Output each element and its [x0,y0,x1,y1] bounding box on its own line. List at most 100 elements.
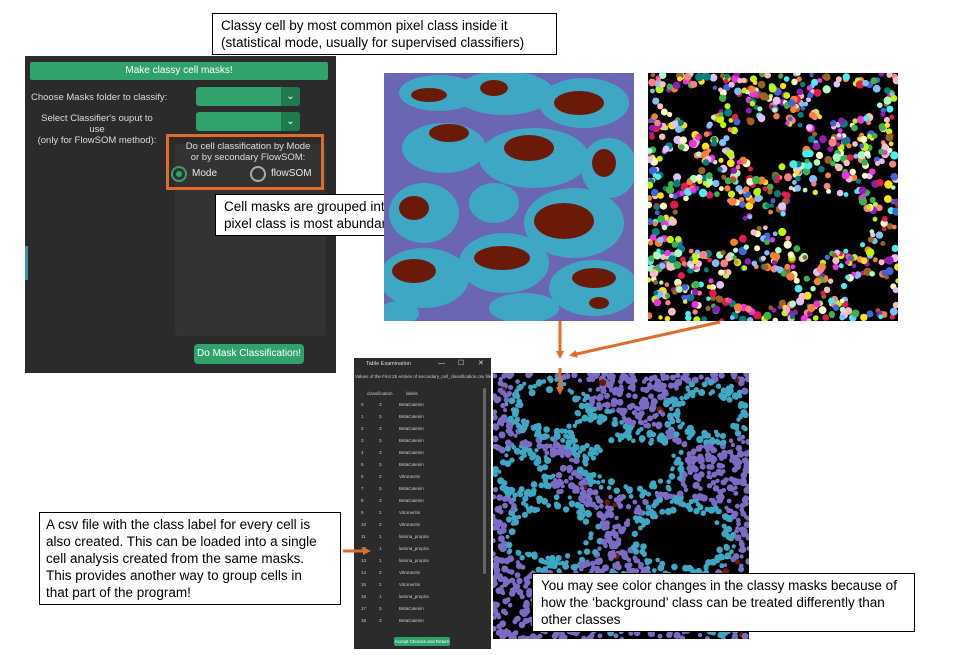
classy-cell-dot [530,481,538,488]
row-classification: 2 [379,582,382,587]
classy-cell-dot [578,481,584,487]
classy-cell-dot [512,392,518,399]
classy-cell-dot [565,448,572,455]
chevron-down-icon: ⌄ [281,112,300,131]
table-subtitle: Values of the First 25 entries of second… [355,374,493,379]
classy-cell-dot [640,490,646,496]
classy-cell-dot [720,451,728,459]
cell-mask-dot [698,188,708,198]
cell-mask-dot [654,119,661,127]
cell-mask-dot [759,92,768,101]
classy-cell-dot [611,553,617,559]
row-label: Vitronectin [399,570,421,575]
scrollbar[interactable] [483,388,486,574]
cell-mask-dot [772,317,779,321]
classy-cell-dot [547,375,553,382]
cell-mask-dot [667,111,673,118]
classy-cell-dot [513,433,518,438]
classy-cell-dot [675,456,682,463]
cell-mask-dot [881,269,888,277]
cell-mask-dot [688,248,694,254]
classy-cell-dot [672,382,679,389]
classy-cell-dot [646,558,653,564]
cell-mask-dot [685,310,691,317]
radio-flowsom-label: flowSOM [271,168,312,179]
cell-mask-dot [884,195,892,203]
do-mask-classification-button[interactable]: Do Mask Classification! [194,344,304,364]
cell-mask-dot [885,133,894,142]
classy-cell-dot [692,481,700,489]
classy-cell-dot [743,532,749,538]
cell-mask-dot [858,186,867,194]
classy-cell-dot [710,437,715,442]
row-label: lamina_propria [399,546,429,551]
classy-cell-dot [596,403,603,411]
classy-cell-dot [503,408,508,413]
classy-cell-dot [493,494,497,500]
cell-mask-dot [812,189,818,196]
classy-cell-dot [496,623,502,629]
classy-cell-dot [666,433,673,440]
cell-mask-dot [681,261,687,267]
cell-mask-dot [717,166,723,173]
classy-cell-dot [718,471,724,477]
cell-mask-dot [872,216,878,222]
classy-cell-dot [499,422,505,427]
make-classy-masks-header[interactable]: Make classy cell masks! [30,62,328,80]
classy-cell-dot [648,440,654,446]
cell-mask-dot [678,144,685,151]
cell-mask-dot [887,147,893,153]
cell-mask-dot [788,116,793,122]
cell-mask-dot [666,262,675,271]
close-button[interactable]: ✕ [478,358,484,370]
row-classification: 3 [379,414,382,419]
classy-cell-dot [564,373,571,380]
classy-cell-dot [578,511,584,517]
classy-cell-dot [582,477,587,483]
classifier-output-dropdown[interactable]: ⌄ [196,112,300,131]
maximize-button[interactable]: ☐ [458,358,464,370]
classy-cell-dot [700,510,707,516]
classy-cell-dot [743,486,749,494]
classy-cell-dot [708,391,713,396]
cell-mask-dot [838,117,845,125]
row-classification: 2 [379,510,382,515]
classy-cell-dot [647,415,653,422]
cell-mask-dot [653,251,662,260]
classy-cell-dot [732,512,738,518]
classy-cell-dot [724,390,729,395]
classy-cell-dot [723,543,729,549]
minimize-button[interactable]: — [438,358,445,370]
classy-cell-dot [625,556,630,561]
cell-mask-dot [882,216,888,222]
classy-cell-dot [651,502,657,509]
classy-cell-dot [617,503,624,509]
classy-cell-dot [719,432,727,439]
classy-cell-dot [500,547,505,552]
cell-mask-dot [815,151,824,159]
classy-cell-dot [493,538,496,544]
classy-cell-dot [565,435,570,440]
row-classification: 3 [379,462,382,467]
classy-cell-dot [493,555,500,563]
classy-cell-dot [502,598,509,605]
masks-folder-dropdown[interactable]: ⌄ [196,87,300,106]
classy-cell-dot [581,635,587,639]
cell-mask-dot [855,178,861,184]
cell-mask-dot [725,254,733,262]
cell-mask-dot [751,260,758,267]
callout-bottom-left-line: cell analysis created from the same mask… [46,551,305,566]
cell-mask-dot [706,179,714,186]
classy-cell-dot [609,387,615,393]
classy-cell-dot [498,628,503,634]
classy-cell-dot [647,382,653,388]
cell-mask-dot [727,298,733,304]
classy-cell-dot [514,572,521,578]
classy-cell-dot [568,500,576,508]
radio-question-line: Do cell classification by Mode [185,141,311,152]
cell-mask-dot [743,186,750,193]
classy-cell-dot [577,449,582,454]
accept-choices-button[interactable]: Accept Choices and Return [394,637,450,646]
cell-mask-dot [860,257,868,265]
cell-mask-dot [876,179,884,187]
